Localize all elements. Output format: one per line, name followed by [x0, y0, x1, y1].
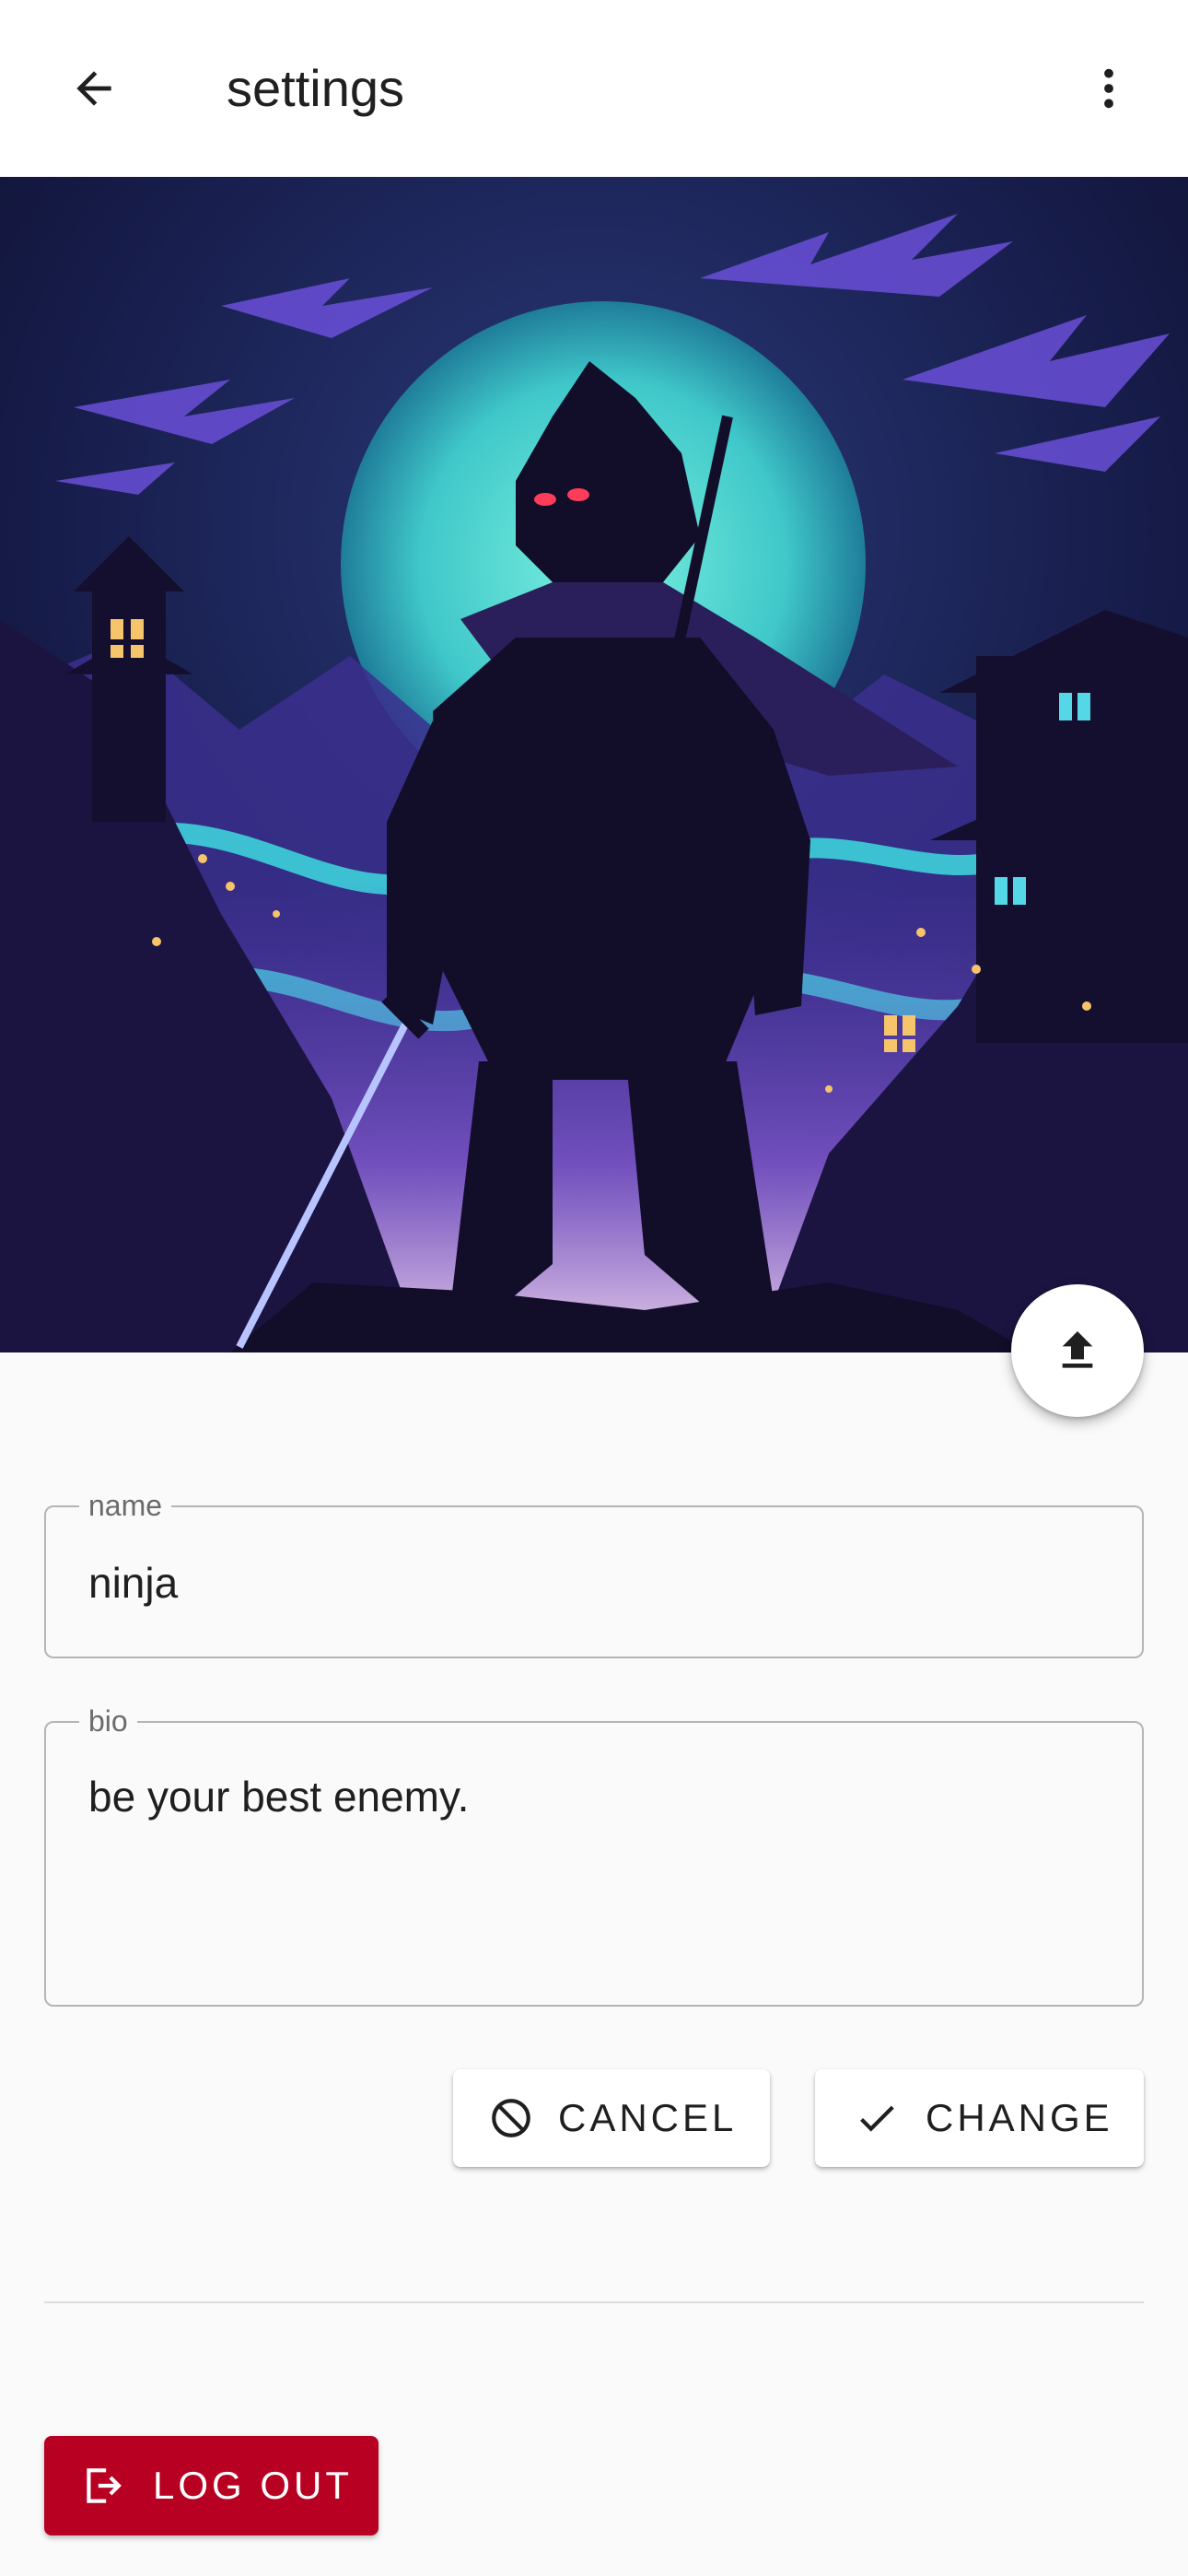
- upload-icon: [1062, 1331, 1093, 1368]
- back-button[interactable]: [52, 46, 136, 131]
- ninja-illustration: [0, 177, 1188, 1352]
- app-bar: settings: [0, 0, 1188, 177]
- cancel-button-label: CANCEL: [558, 2096, 738, 2139]
- block-icon: [488, 2095, 534, 2141]
- page-title: settings: [227, 59, 404, 117]
- arrow-left-icon: [76, 71, 111, 106]
- logout-icon: [79, 2463, 125, 2509]
- more-vert-icon: [1104, 68, 1113, 109]
- logout-button[interactable]: LOG OUT: [44, 2436, 379, 2535]
- bio-input[interactable]: be your best enemy.: [88, 1769, 1101, 1824]
- check-icon: [854, 2095, 900, 2141]
- logout-button-label: LOG OUT: [153, 2464, 354, 2507]
- bio-field-label: bio: [79, 1703, 137, 1739]
- profile-banner-image: [0, 177, 1188, 1352]
- name-field-label: name: [79, 1487, 172, 1524]
- bio-field: bio be your best enemy.: [44, 1703, 1144, 2007]
- name-input[interactable]: [88, 1555, 1101, 1610]
- change-button[interactable]: CHANGE: [815, 2069, 1144, 2167]
- name-field: name: [44, 1487, 1144, 1658]
- section-divider: [44, 2301, 1144, 2303]
- cancel-button[interactable]: CANCEL: [453, 2069, 770, 2167]
- change-button-label: CHANGE: [926, 2096, 1113, 2139]
- more-options-button[interactable]: [1066, 46, 1151, 131]
- upload-image-button[interactable]: [1011, 1284, 1144, 1417]
